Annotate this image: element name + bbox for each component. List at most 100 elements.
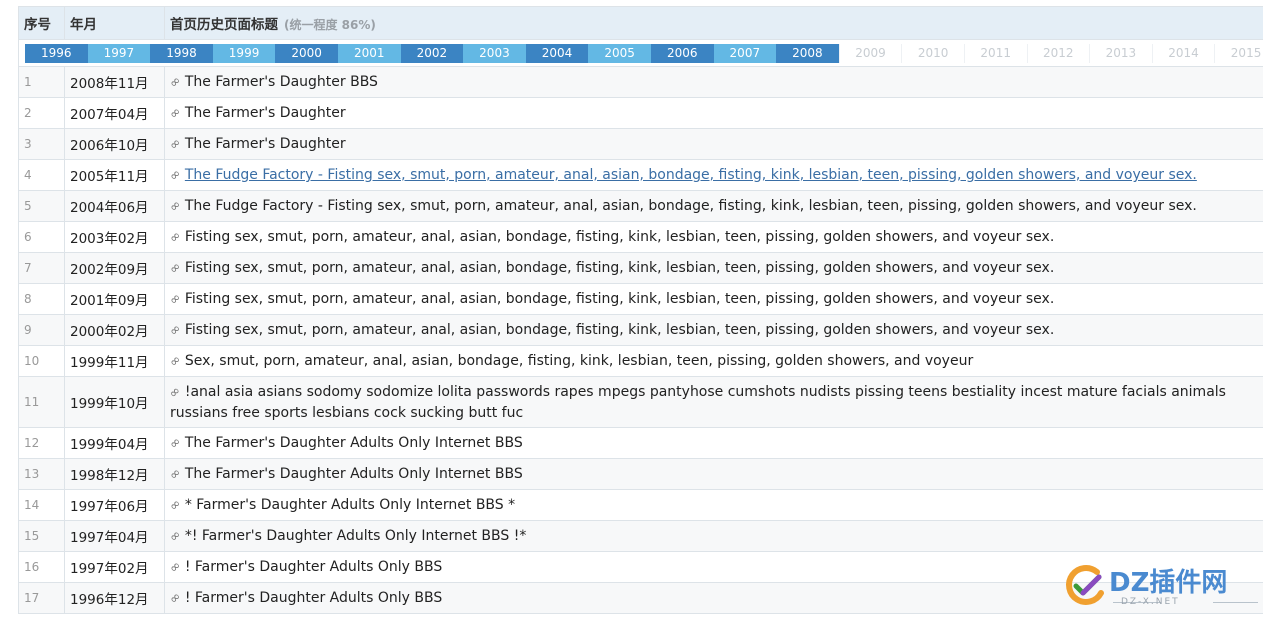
table-row: 15 1997年04月 ∞*! Farmer's Daughter Adults O… (18, 520, 1263, 552)
row-title-cell: ∞The Farmer's Daughter Adults Only Inter… (164, 427, 1263, 459)
link-icon[interactable]: ∞ (166, 465, 184, 483)
link-icon[interactable]: ∞ (166, 259, 184, 277)
year-tab-13[interactable]: 2009 (838, 43, 902, 63)
watermark: DZ插件网 DZ-X.NET (1063, 560, 1263, 618)
row-month: 2004年06月 (64, 190, 165, 222)
row-title-cell: ∞Fisting sex, smut, porn, amateur, anal,… (164, 221, 1263, 253)
year-tab-14[interactable]: 2010 (901, 43, 964, 63)
row-month: 2006年10月 (64, 128, 165, 160)
year-tab-11[interactable]: 2007 (713, 43, 777, 63)
row-index: 16 (18, 551, 65, 583)
link-icon[interactable]: ∞ (166, 434, 184, 452)
link-icon[interactable]: ∞ (166, 589, 184, 607)
row-title: The Farmer's Daughter Adults Only Intern… (184, 435, 523, 451)
year-tab-18[interactable]: 2014 (1151, 43, 1215, 63)
row-month: 1997年06月 (64, 489, 165, 521)
row-month: 2001年09月 (64, 283, 165, 315)
link-icon[interactable]: ∞ (166, 558, 184, 576)
watermark-divider-right (1213, 602, 1258, 603)
table-row: 8 2001年09月 ∞Fisting sex, smut, porn, amate… (18, 283, 1263, 315)
row-index: 3 (18, 128, 65, 160)
title-column-label: 首页历史页面标题 (170, 17, 278, 33)
year-tab-10[interactable]: 2006 (650, 43, 714, 63)
year-selector-row: 1996 1997 1998 1999 2000 2001 2002 2003 2004 2005… (18, 39, 1263, 67)
row-title-cell: ∞Sex, smut, porn, amateur, anal, asian, … (164, 345, 1263, 377)
year-tab-15[interactable]: 2011 (963, 43, 1027, 63)
row-title-cell: ∞*! Farmer's Daughter Adults Only Intern… (164, 520, 1263, 552)
link-icon[interactable]: ∞ (166, 166, 184, 184)
year-tab-4[interactable]: 2000 (275, 43, 338, 63)
link-icon[interactable]: ∞ (166, 135, 184, 153)
table-row: 9 2000年02月 ∞Fisting sex, smut, porn, amate… (18, 314, 1263, 346)
row-index: 11 (18, 376, 65, 428)
table-row: 6 2003年02月 ∞Fisting sex, smut, porn, amate… (18, 221, 1263, 253)
row-index: 7 (18, 252, 65, 284)
row-month: 2008年11月 (64, 66, 165, 98)
row-title: Fisting sex, smut, porn, amateur, anal, … (184, 229, 1055, 245)
link-icon[interactable]: ∞ (166, 496, 184, 514)
history-page: 序号 年月 首页历史页面标题 (统一程度 86%) 1996 1997 1998 199… (0, 0, 1263, 626)
link-icon[interactable]: ∞ (166, 352, 184, 370)
row-title-cell: ∞The Fudge Factory - Fisting sex, smut, … (164, 190, 1263, 222)
index-column-header: 序号 (18, 6, 65, 40)
year-tab-2[interactable]: 1998 (150, 43, 213, 63)
table-row: 11 1999年10月 ∞!anal asia asians sodomy sodo… (18, 376, 1263, 428)
year-tab-3[interactable]: 1999 (212, 43, 276, 63)
row-title: Sex, smut, porn, amateur, anal, asian, b… (184, 353, 974, 369)
row-title-cell: ∞The Fudge Factory - Fisting sex, smut, … (164, 159, 1263, 191)
row-title-cell: ∞The Farmer's Daughter BBS (164, 66, 1263, 98)
row-index: 5 (18, 190, 65, 222)
year-tab-19[interactable]: 2015 (1214, 43, 1263, 63)
row-title-cell: ∞!anal asia asians sodomy sodomize lolit… (164, 376, 1263, 428)
link-icon[interactable]: ∞ (166, 290, 184, 308)
row-month: 2007年04月 (64, 97, 165, 129)
table-row: 1 2008年11月 ∞The Farmer's Daughter BBS (18, 66, 1263, 98)
row-index: 2 (18, 97, 65, 129)
row-index: 12 (18, 427, 65, 459)
row-index: 9 (18, 314, 65, 346)
row-index: 10 (18, 345, 65, 377)
link-icon[interactable]: ∞ (166, 228, 184, 246)
row-index: 15 (18, 520, 65, 552)
row-title: *! Farmer's Daughter Adults Only Interne… (184, 528, 527, 544)
link-icon[interactable]: ∞ (166, 104, 184, 122)
link-icon[interactable]: ∞ (166, 527, 184, 545)
row-month: 2005年11月 (64, 159, 165, 191)
year-timeline: 1996 1997 1998 1999 2000 2001 2002 2003 2004 2005… (25, 43, 1263, 63)
row-title-cell: ∞Fisting sex, smut, porn, amateur, anal,… (164, 283, 1263, 315)
row-title: !anal asia asians sodomy sodomize lolita… (170, 383, 1226, 421)
table-body: 1996 1997 1998 1999 2000 2001 2002 2003 2004 2005… (18, 39, 1263, 614)
link-icon[interactable]: ∞ (166, 321, 184, 339)
year-tab-1[interactable]: 1997 (87, 43, 151, 63)
year-tab-7[interactable]: 2003 (463, 43, 526, 63)
row-title-cell: ∞Fisting sex, smut, porn, amateur, anal,… (164, 252, 1263, 284)
link-icon[interactable]: ∞ (166, 73, 184, 91)
row-title: The Fudge Factory - Fisting sex, smut, p… (184, 198, 1197, 214)
link-icon[interactable]: ∞ (166, 197, 184, 215)
table-row: 4 2005年11月 ∞The Fudge Factory - Fisting se… (18, 159, 1263, 191)
year-tab-17[interactable]: 2013 (1089, 43, 1152, 63)
year-tab-16[interactable]: 2012 (1026, 43, 1090, 63)
year-tab-12[interactable]: 2008 (776, 43, 839, 63)
year-tab-6[interactable]: 2002 (400, 43, 464, 63)
row-title-cell: ∞* Farmer's Daughter Adults Only Interne… (164, 489, 1263, 521)
row-month: 2000年02月 (64, 314, 165, 346)
year-tab-8[interactable]: 2004 (525, 43, 589, 63)
row-title: * Farmer's Daughter Adults Only Internet… (184, 497, 516, 513)
year-tab-0[interactable]: 1996 (25, 43, 88, 63)
row-title-link[interactable]: The Fudge Factory - Fisting sex, smut, p… (185, 167, 1197, 183)
row-title: Fisting sex, smut, porn, amateur, anal, … (184, 322, 1055, 338)
row-title: Fisting sex, smut, porn, amateur, anal, … (184, 260, 1055, 276)
table-row: 2 2007年04月 ∞The Farmer's Daughter (18, 97, 1263, 129)
row-title-cell: ∞Fisting sex, smut, porn, amateur, anal,… (164, 314, 1263, 346)
year-tab-9[interactable]: 2005 (588, 43, 651, 63)
link-icon[interactable]: ∞ (166, 382, 187, 404)
year-tab-5[interactable]: 2001 (337, 43, 401, 63)
row-index: 13 (18, 458, 65, 490)
dz-check-logo-icon (1066, 565, 1104, 605)
year-selector-cell: 1996 1997 1998 1999 2000 2001 2002 2003 2004 2005… (18, 39, 1263, 67)
row-title-cell: ∞The Farmer's Daughter (164, 128, 1263, 160)
table-row: 5 2004年06月 ∞The Fudge Factory - Fisting se… (18, 190, 1263, 222)
row-index: 17 (18, 582, 65, 614)
row-index: 8 (18, 283, 65, 315)
